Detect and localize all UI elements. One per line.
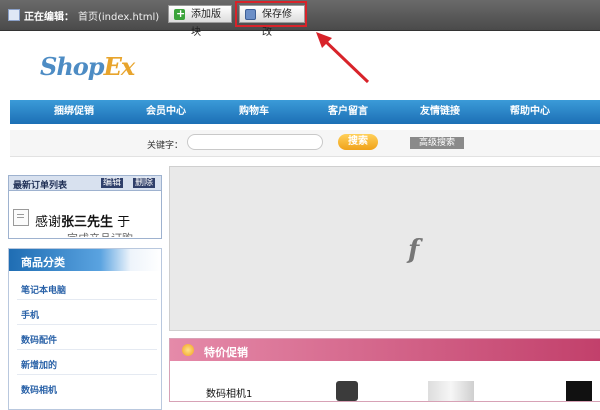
keyword-label: 关键字：	[147, 141, 184, 151]
category-title: 商品分类	[21, 256, 65, 269]
category-header: 商品分类	[9, 249, 161, 271]
editing-page-name: 首页(index.html)	[78, 12, 160, 23]
add-icon	[174, 5, 185, 23]
promo-title: 特价促销	[204, 346, 248, 359]
order-message-cutoff: 完成产品订购	[67, 230, 133, 237]
shopex-logo[interactable]: ShopEx	[40, 52, 136, 81]
nav-item-messages[interactable]: 客户留言	[308, 100, 388, 124]
edit-icon	[8, 9, 20, 21]
promo-product-name[interactable]: 数码相机1	[206, 385, 252, 400]
search-bar: 关键字： 搜索 高级搜索	[10, 130, 600, 157]
advanced-search-button[interactable]: 高级搜索	[410, 137, 464, 149]
orders-edit-button[interactable]: 编辑	[101, 178, 124, 188]
category-item-accessories[interactable]: 数码配件	[21, 333, 57, 346]
category-item-camera[interactable]: 数码相机	[21, 383, 57, 396]
logo-part2: Ex	[103, 52, 136, 81]
divider	[17, 299, 157, 300]
save-button-highlight	[235, 1, 307, 27]
order-text-suffix: 于	[113, 215, 131, 230]
nav-item-bundle-promo[interactable]: 捆绑促销	[34, 100, 114, 124]
add-block-button[interactable]: 添加版块	[168, 5, 232, 38]
flash-player-icon: f	[408, 235, 420, 265]
add-block-label: 添加版块	[191, 9, 221, 38]
product-thumbnail-phone[interactable]	[336, 381, 358, 401]
category-item-phone[interactable]: 手机	[21, 308, 39, 321]
order-text-prefix: 感谢	[35, 215, 62, 230]
promo-header: 特价促销	[170, 339, 600, 361]
special-promo-panel: 特价促销 数码相机1	[169, 338, 600, 402]
document-icon	[13, 209, 29, 226]
keyword-input[interactable]	[187, 134, 323, 150]
order-customer-name: 张三先生	[61, 215, 114, 230]
nav-item-links[interactable]: 友情链接	[400, 100, 480, 124]
category-panel: 商品分类 笔记本电脑 手机 数码配件 新增加的 数码相机	[8, 248, 162, 410]
divider	[17, 349, 157, 350]
divider	[17, 374, 157, 375]
logo-part1: Shop	[40, 52, 105, 81]
editing-label-text: 正在编辑：	[24, 12, 74, 23]
search-button[interactable]: 搜索	[338, 134, 378, 150]
category-item-laptop[interactable]: 笔记本电脑	[21, 283, 66, 296]
nav-item-member-center[interactable]: 会员中心	[126, 100, 206, 124]
orders-delete-button[interactable]: 删除	[133, 178, 156, 188]
order-message: 感谢张三先生 于	[35, 211, 130, 230]
red-arrow-annotation	[316, 32, 370, 84]
latest-orders-panel: 最新订单列表 编辑 删除 感谢张三先生 于 完成产品订购	[8, 175, 162, 239]
flash-banner-placeholder[interactable]: f	[169, 166, 600, 331]
product-thumbnail-device[interactable]	[566, 381, 592, 401]
main-nav: 捆绑促销 会员中心 购物车 客户留言 友情链接 帮助中心	[10, 100, 600, 124]
nav-item-help[interactable]: 帮助中心	[490, 100, 570, 124]
editing-label: 正在编辑：	[8, 8, 74, 23]
nav-item-cart[interactable]: 购物车	[214, 100, 294, 124]
latest-orders-title: 最新订单列表	[13, 181, 68, 191]
product-thumbnail-camera[interactable]	[428, 381, 474, 401]
bullet-icon	[182, 344, 194, 356]
latest-orders-header: 最新订单列表 编辑 删除	[9, 176, 161, 191]
divider	[17, 324, 157, 325]
category-item-new[interactable]: 新增加的	[21, 358, 57, 371]
